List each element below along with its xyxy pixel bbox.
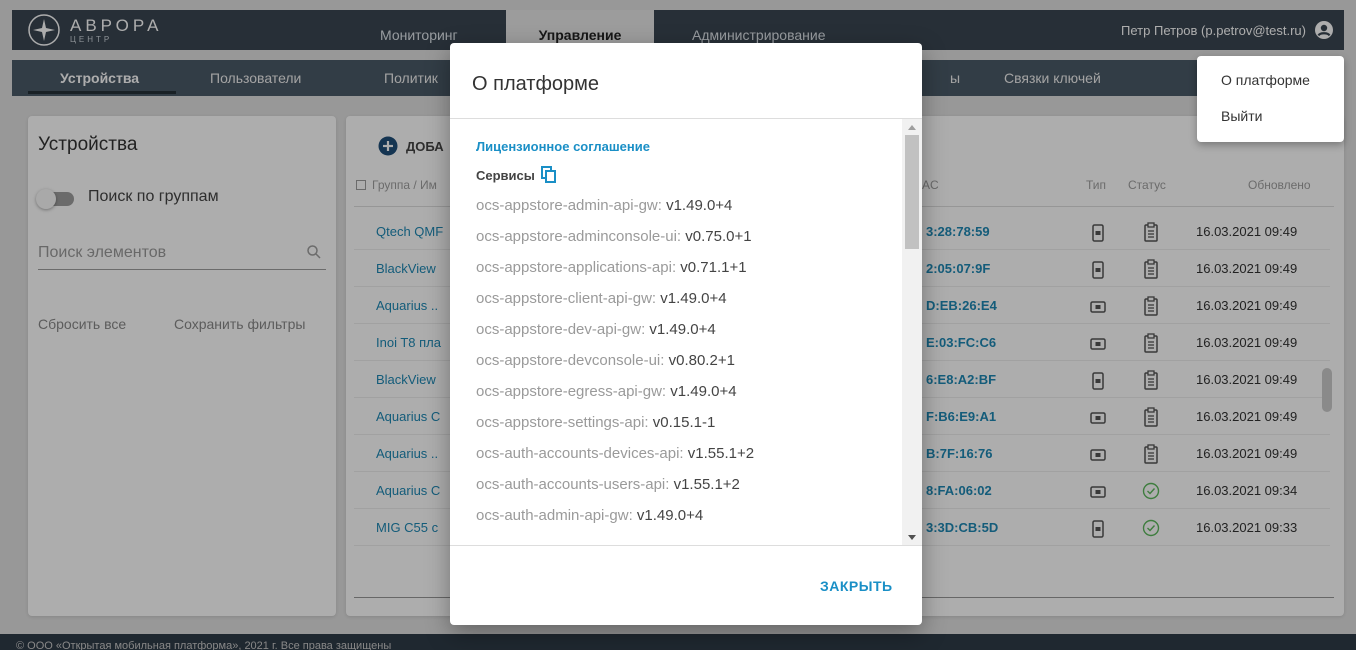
service-name: ocs-auth-accounts-users-api: (476, 476, 670, 493)
service-version: v1.49.0+4 (649, 321, 716, 338)
service-version: v1.49.0+4 (636, 507, 704, 524)
service-name: ocs-appstore-adminconsole-ui: (476, 228, 682, 245)
service-item: ocs-appstore-applications-api: v0.71.1+1 (476, 259, 747, 276)
service-item: ocs-auth-accounts-users-api: v1.55.1+2 (476, 476, 740, 493)
close-button[interactable]: ЗАКРЫТЬ (820, 578, 893, 594)
service-item: ocs-auth-accounts-devices-api: v1.55.1+2 (476, 445, 754, 462)
service-name: ocs-auth-accounts-devices-api: (476, 445, 684, 462)
scroll-up-arrow-icon[interactable] (908, 125, 916, 130)
copy-icon[interactable] (540, 166, 557, 184)
service-version: v1.55.1+2 (687, 445, 755, 462)
service-name: ocs-appstore-egress-api-gw: (476, 383, 667, 400)
dialog-title: О платформе (472, 73, 600, 95)
service-item: ocs-appstore-admin-api-gw: v1.49.0+4 (476, 197, 732, 214)
service-version: v1.49.0+4 (666, 197, 733, 214)
service-name: ocs-appstore-devconsole-ui: (476, 352, 665, 369)
dialog-footer-divider (450, 545, 922, 546)
service-version: v1.49.0+4 (670, 383, 737, 400)
service-item: ocs-appstore-client-api-gw: v1.49.0+4 (476, 290, 727, 307)
menu-item-about[interactable]: О платформе (1197, 62, 1344, 98)
service-version: v0.75.0+1 (685, 228, 752, 245)
menu-item-logout[interactable]: Выйти (1197, 98, 1344, 134)
service-item: ocs-auth-admin-api-gw: v1.49.0+4 (476, 507, 703, 524)
about-dialog: О платформе Лицензионное соглашение Серв… (450, 43, 922, 625)
service-version: v0.15.1-1 (652, 414, 716, 431)
dialog-scrollbar[interactable] (902, 119, 922, 545)
service-name: ocs-appstore-dev-api-gw: (476, 321, 646, 338)
dialog-scroll-thumb[interactable] (905, 135, 919, 249)
scroll-down-arrow-icon[interactable] (908, 535, 916, 540)
services-title: Сервисы (476, 167, 535, 183)
service-name: ocs-auth-admin-api-gw: (476, 507, 633, 524)
license-agreement-link[interactable]: Лицензионное соглашение (476, 139, 650, 154)
service-name: ocs-appstore-settings-api: (476, 414, 649, 431)
service-version: v1.55.1+2 (673, 476, 740, 493)
service-version: v0.80.2+1 (668, 352, 735, 369)
dialog-content[interactable]: Лицензионное соглашение Сервисы ocs-apps… (450, 119, 922, 545)
service-item: ocs-appstore-devconsole-ui: v0.80.2+1 (476, 352, 735, 369)
user-menu: О платформе Выйти (1197, 56, 1344, 142)
service-item: ocs-appstore-dev-api-gw: v1.49.0+4 (476, 321, 716, 338)
service-item: ocs-appstore-egress-api-gw: v1.49.0+4 (476, 383, 737, 400)
service-name: ocs-appstore-admin-api-gw: (476, 197, 662, 214)
service-item: ocs-appstore-adminconsole-ui: v0.75.0+1 (476, 228, 752, 245)
service-name: ocs-appstore-applications-api: (476, 259, 677, 276)
service-name: ocs-appstore-client-api-gw: (476, 290, 657, 307)
service-version: v0.71.1+1 (680, 259, 747, 276)
service-item: ocs-appstore-settings-api: v0.15.1-1 (476, 414, 715, 431)
services-heading: Сервисы (476, 166, 557, 184)
service-version: v1.49.0+4 (660, 290, 727, 307)
